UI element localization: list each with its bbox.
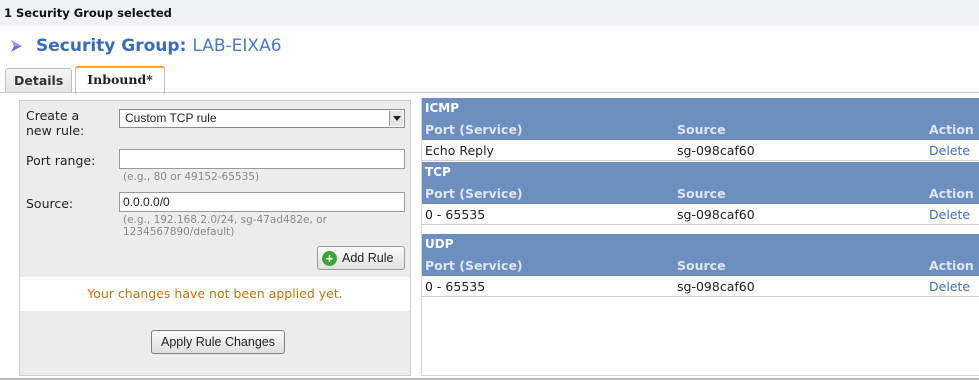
column-source: Source (677, 186, 726, 201)
delete-link[interactable]: Delete (929, 140, 970, 161)
source-label: Source: (26, 196, 74, 211)
tab-bar: Details Inbound* (5, 66, 168, 94)
port-range-input[interactable] (119, 149, 405, 169)
column-action: Action (929, 258, 974, 273)
source-hint: (e.g., 192.168.2.0/24, sg-47ad482e, or 1… (123, 214, 327, 238)
add-rule-label: Add Rule (342, 251, 394, 265)
delete-link[interactable]: Delete (929, 276, 970, 297)
unapplied-changes-warning: Your changes have not been applied yet. (20, 277, 410, 311)
column-header-row: Port (Service) Source Action (422, 255, 979, 276)
table-row: Echo Reply sg-098caf60 Delete (422, 140, 979, 161)
table-row: 0 - 65535 sg-098caf60 Delete (422, 276, 979, 297)
diamond-icon (11, 40, 22, 52)
row-source: sg-098caf60 (677, 279, 755, 294)
title-label: Security Group: (36, 36, 187, 56)
group-header-icmp: ICMP (422, 98, 979, 119)
column-action: Action (929, 122, 974, 137)
bottom-divider (0, 378, 979, 380)
rule-type-label: Create a new rule: (26, 108, 85, 138)
page-title: Security Group: LAB-EIXA6 (8, 34, 282, 58)
row-port: Echo Reply (425, 143, 494, 158)
port-range-hint: (e.g., 80 or 49152-65535) (123, 171, 260, 183)
column-source: Source (677, 258, 726, 273)
rules-table: ICMP Port (Service) Source Action Echo R… (421, 98, 979, 376)
apply-rule-changes-button[interactable]: Apply Rule Changes (151, 330, 285, 354)
tab-divider (0, 92, 979, 93)
source-input[interactable]: 0.0.0.0/0 (119, 192, 405, 212)
tab-inbound[interactable]: Inbound* (75, 66, 165, 94)
row-port: 0 - 65535 (425, 279, 486, 294)
row-source: sg-098caf60 (677, 143, 755, 158)
table-row: 0 - 65535 sg-098caf60 Delete (422, 204, 979, 225)
group-header-udp: UDP (422, 234, 979, 255)
row-source: sg-098caf60 (677, 207, 755, 222)
column-port: Port (Service) (425, 258, 523, 273)
chevron-down-icon[interactable] (389, 111, 403, 126)
security-group-name: LAB-EIXA6 (192, 36, 282, 56)
column-source: Source (677, 122, 726, 137)
create-rule-panel: Create a new rule: Custom TCP rule Port … (19, 100, 411, 376)
port-range-label: Port range: (26, 153, 96, 168)
column-port: Port (Service) (425, 186, 523, 201)
column-action: Action (929, 186, 974, 201)
add-rule-button[interactable]: + Add Rule (317, 246, 405, 270)
selection-status-bar: 1 Security Group selected (0, 0, 979, 26)
rule-type-value: Custom TCP rule (125, 111, 217, 125)
column-header-row: Port (Service) Source Action (422, 119, 979, 140)
tab-details[interactable]: Details (5, 68, 73, 93)
add-icon: + (322, 250, 337, 266)
group-header-tcp: TCP (422, 162, 979, 183)
rule-type-select[interactable]: Custom TCP rule (119, 109, 405, 128)
row-port: 0 - 65535 (425, 207, 486, 222)
delete-link[interactable]: Delete (929, 204, 970, 225)
column-header-row: Port (Service) Source Action (422, 183, 979, 204)
column-port: Port (Service) (425, 122, 523, 137)
